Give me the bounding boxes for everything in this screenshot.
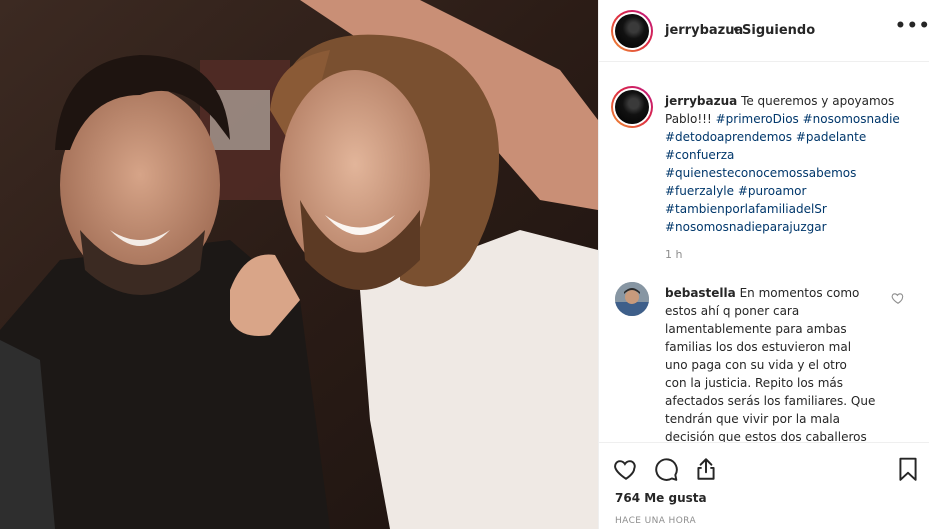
hashtag-link[interactable]: #nosomosnadie	[803, 112, 900, 126]
hashtag-link[interactable]: #detodoaprendemos	[665, 130, 792, 144]
comment-line: En momentos como	[739, 286, 860, 300]
comment-line: con la justicia. Repito los más	[665, 376, 844, 390]
commenter-avatar[interactable]	[615, 282, 649, 316]
hashtag-link[interactable]: #tambienporlafamiliadelSr	[665, 202, 827, 216]
bookmark-icon[interactable]	[895, 456, 921, 482]
comment-line: tendrán que vivir por la mala	[665, 412, 840, 426]
comment-line: afectados serás los familiares. Que	[665, 394, 876, 408]
comment-line: decisión que estos dos caballeros	[665, 430, 867, 442]
hashtag-link[interactable]: #confuerza	[665, 148, 734, 162]
caption-text: jerrybazua Te queremos y apoyamos Pablo!!…	[665, 92, 915, 236]
comment-text: bebastella En momentos como estos ahí q p…	[665, 284, 885, 442]
following-button[interactable]: Siguiendo	[742, 23, 815, 38]
caption-text-part: Pablo!!!	[665, 112, 716, 126]
caption-username[interactable]: jerrybazua	[665, 94, 737, 108]
post-time-ago[interactable]: HACE UNA HORA	[615, 516, 696, 526]
author-avatar[interactable]	[611, 10, 653, 52]
share-icon[interactable]	[693, 456, 719, 482]
caption-author-avatar[interactable]	[611, 86, 653, 128]
hashtag-link[interactable]: #primeroDios	[716, 112, 799, 126]
comment-line: familias los dos estuvieron mal	[665, 340, 852, 354]
post-side-panel: jerrybazua • Siguiendo ••• jerrybazua Te…	[598, 0, 929, 529]
hashtag-link[interactable]: #puroamor	[738, 184, 807, 198]
post-photo[interactable]	[0, 0, 598, 529]
post-actions: 764 Me gusta HACE UNA HORA	[599, 442, 929, 529]
post-photo-image	[0, 0, 598, 529]
likes-count[interactable]: 764 Me gusta	[615, 491, 707, 505]
hashtag-link[interactable]: #nosomosnadieparajuzgar	[665, 220, 827, 234]
heart-icon[interactable]	[613, 456, 639, 482]
hashtag-link[interactable]: #fuerzalyle	[665, 184, 734, 198]
separator-dot: •	[732, 23, 740, 38]
comment-line: uno paga con su vida y el otro	[665, 358, 847, 372]
hashtag-link[interactable]: #quienesteconocemossabemos	[665, 166, 856, 180]
caption-time[interactable]: 1 h	[665, 248, 682, 261]
caption-text-part: Te queremos y apoyamos	[741, 94, 895, 108]
hashtag-link[interactable]: #padelante	[796, 130, 866, 144]
comment-like-icon[interactable]	[891, 291, 905, 305]
commenter-username[interactable]: bebastella	[665, 286, 736, 300]
comment-line: estos ahí q poner cara	[665, 304, 800, 318]
post-header: jerrybazua • Siguiendo •••	[599, 0, 929, 62]
comment-line: lamentablemente para ambas	[665, 322, 847, 336]
more-options-icon[interactable]: •••	[895, 16, 929, 36]
comment-icon[interactable]	[653, 456, 679, 482]
comments-area[interactable]: jerrybazua Te queremos y apoyamos Pablo!!…	[599, 62, 929, 442]
